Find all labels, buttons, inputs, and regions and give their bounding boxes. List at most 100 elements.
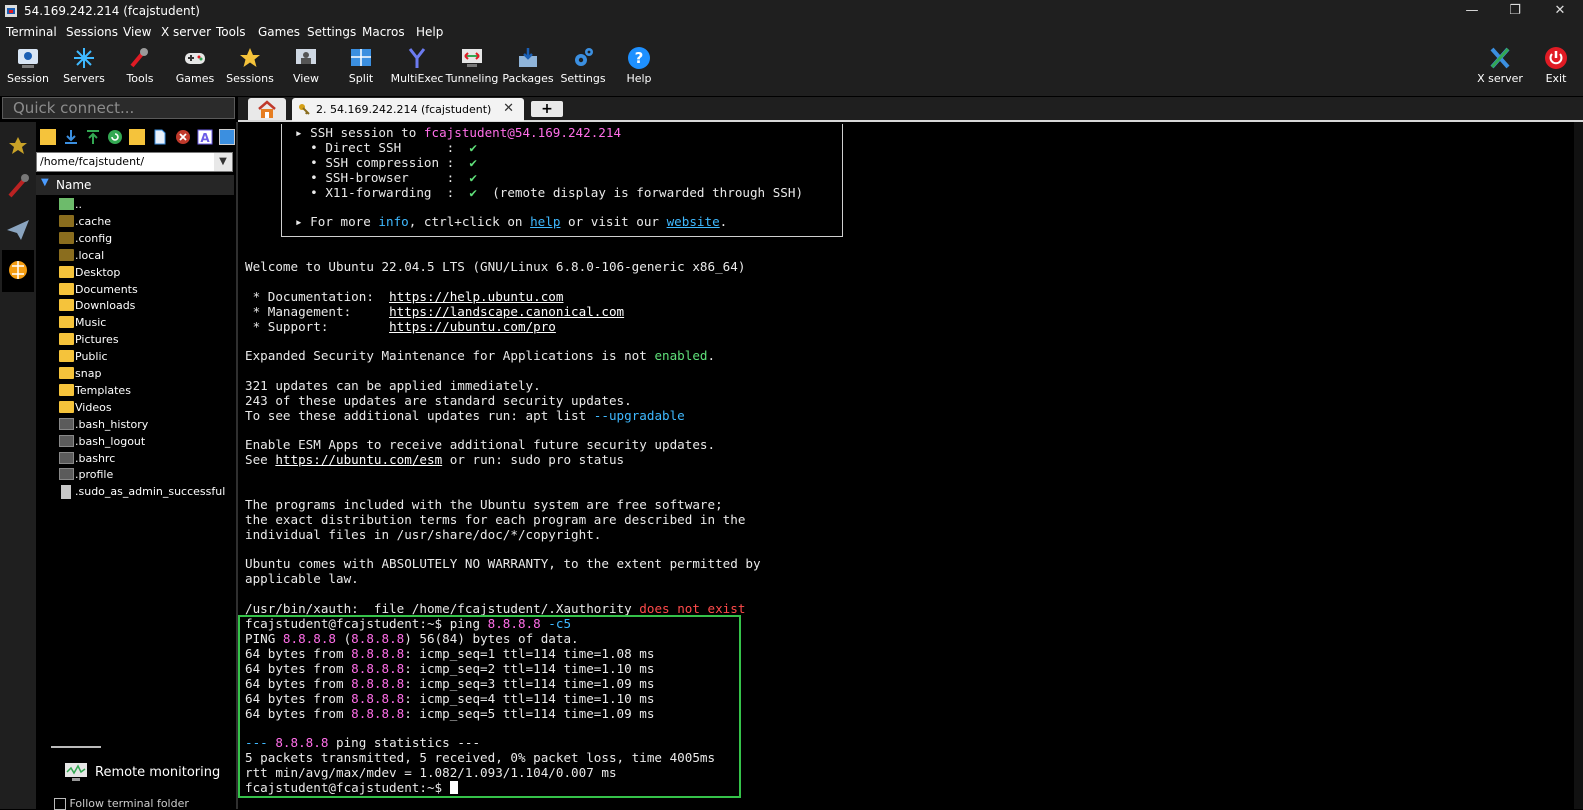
menu-games[interactable]: Games [258, 25, 300, 39]
close-tab-icon[interactable]: ✕ [503, 101, 514, 116]
folder-icon [59, 282, 74, 295]
menu-tools[interactable]: Tools [216, 25, 246, 39]
minimize-button[interactable]: — [1449, 0, 1495, 22]
path-dropdown-icon[interactable]: ▼ [214, 153, 232, 171]
ping-stats-line-1: 5 packets transmitted, 5 received, 0% pa… [245, 750, 716, 765]
updates-line-2: 243 of these updates are standard securi… [245, 393, 632, 408]
file-name: Public [75, 350, 108, 364]
star-icon [240, 48, 260, 67]
tunneling-button[interactable]: Tunneling [444, 44, 500, 94]
settings-button[interactable]: Settings [555, 44, 611, 94]
view-button[interactable]: View [278, 44, 334, 94]
path-input[interactable]: /home/fcajstudent/ [36, 152, 233, 172]
folder-icon [59, 316, 74, 329]
close-window-button[interactable]: ✕ [1537, 0, 1583, 22]
paper-plane-icon [7, 220, 29, 240]
tools-rail-button[interactable] [2, 166, 34, 206]
doc-line: * Documentation: https://help.ubuntu.com [245, 289, 564, 304]
new-tab-button[interactable]: + [531, 101, 563, 117]
packages-icon [519, 48, 537, 67]
send-rail-button[interactable] [2, 208, 34, 248]
terminal-scrollbar[interactable] [1574, 122, 1583, 809]
svg-text:?: ? [635, 49, 644, 67]
file-icon [59, 451, 74, 464]
folder-icon [59, 350, 74, 363]
file-name: Desktop [75, 265, 121, 279]
sftp-globe-icon [9, 261, 27, 279]
ping-stats-line-2: rtt min/avg/max/mdev = 1.082/1.093/1.104… [245, 765, 617, 780]
packages-button[interactable]: Packages [500, 44, 556, 94]
sessions-button[interactable]: Sessions [222, 44, 278, 94]
file-properties-icon[interactable] [219, 129, 235, 145]
maximize-button[interactable]: ❐ [1492, 0, 1538, 22]
delete-icon[interactable] [175, 129, 191, 145]
menu-settings[interactable]: Settings [307, 25, 356, 39]
file-name: .config [75, 231, 113, 245]
refresh-icon[interactable] [107, 129, 123, 145]
folder-icon [59, 231, 74, 244]
folder-icon [59, 248, 74, 261]
servers-button[interactable]: Servers [56, 44, 112, 94]
info-session-line: ▸ SSH session to fcajstudent@54.169.242.… [295, 125, 622, 140]
tunneling-icon [462, 49, 482, 67]
file-name: .cache [75, 214, 112, 228]
tools-button[interactable]: Tools [112, 44, 168, 94]
menu-help[interactable]: Help [416, 25, 443, 39]
split-button[interactable]: Split [333, 44, 389, 94]
menu-x-server[interactable]: X server [161, 25, 211, 39]
folder-icon [59, 214, 74, 227]
panel-splitter[interactable] [51, 746, 101, 748]
gear-icon [575, 48, 593, 66]
home-tab[interactable] [248, 98, 286, 120]
download-icon[interactable] [63, 129, 79, 145]
help-button[interactable]: ? Help [611, 44, 667, 94]
parent-folder-icon[interactable] [40, 129, 56, 145]
rename-icon[interactable]: A [197, 129, 213, 145]
favorites-rail-button[interactable] [2, 126, 34, 166]
quick-connect-input[interactable]: Quick connect... [2, 97, 235, 119]
parent-dir-icon [59, 198, 74, 210]
info-browser: • SSH-browser : ✔ [295, 170, 478, 185]
new-folder-icon[interactable] [129, 129, 145, 145]
games-button[interactable]: Games [167, 44, 223, 94]
view-icon [296, 49, 316, 64]
xauth-line: /usr/bin/xauth: file /home/fcajstudent/.… [245, 601, 746, 616]
menu-macros[interactable]: Macros [362, 25, 405, 39]
file-name: .bash_logout [75, 434, 146, 448]
session-tab[interactable]: 2. 54.169.242.214 (fcajstudent) ✕ [292, 98, 524, 121]
split-icon [351, 49, 371, 66]
tools-icon [8, 174, 29, 198]
upload-icon[interactable] [85, 129, 101, 145]
window-title: 54.169.242.214 (fcajstudent) [24, 4, 200, 18]
toolbar: Session Servers Tools Games Sessions Vie… [0, 42, 1583, 96]
follow-terminal-folder-checkbox[interactable]: Follow terminal folder [54, 797, 189, 810]
free-line-2: the exact distribution terms for each pr… [245, 512, 746, 527]
sort-down-icon: ▼ [41, 177, 49, 188]
ping-header-line: PING 8.8.8.8 (8.8.8.8) 56(84) bytes of d… [245, 631, 579, 646]
x-server-button[interactable]: X server [1472, 44, 1528, 94]
sftp-rail-button[interactable] [2, 250, 34, 292]
welcome-line: Welcome to Ubuntu 22.04.5 LTS (GNU/Linux… [245, 259, 746, 274]
website-link[interactable]: website [667, 214, 720, 229]
ping-reply-line: 64 bytes from 8.8.8.8: icmp_seq=1 ttl=11… [245, 646, 655, 661]
menu-view[interactable]: View [123, 25, 151, 39]
folder-icon [59, 333, 74, 346]
ping-reply-line: 64 bytes from 8.8.8.8: icmp_seq=5 ttl=11… [245, 706, 655, 721]
folder-icon [59, 383, 74, 396]
monitor-icon [65, 763, 87, 781]
esm-apps-line-1: Enable ESM Apps to receive additional fu… [245, 437, 716, 452]
menu-sessions[interactable]: Sessions [66, 25, 118, 39]
multiexec-icon [408, 48, 426, 68]
esm-apps-line-2: See https://ubuntu.com/esm or run: sudo … [245, 452, 625, 467]
help-link[interactable]: help [530, 214, 560, 229]
new-file-icon[interactable] [152, 129, 168, 145]
file-name: Documents [75, 282, 138, 296]
menu-terminal[interactable]: Terminal [6, 25, 57, 39]
exit-button[interactable]: Exit [1529, 44, 1583, 94]
session-button[interactable]: Session [0, 44, 56, 94]
name-column-header[interactable]: ▼ Name [36, 175, 234, 195]
servers-icon [74, 48, 94, 68]
left-rail [0, 122, 36, 809]
final-prompt-line[interactable]: fcajstudent@fcajstudent:~$ [245, 780, 458, 795]
multiexec-button[interactable]: MultiExec [389, 44, 445, 94]
